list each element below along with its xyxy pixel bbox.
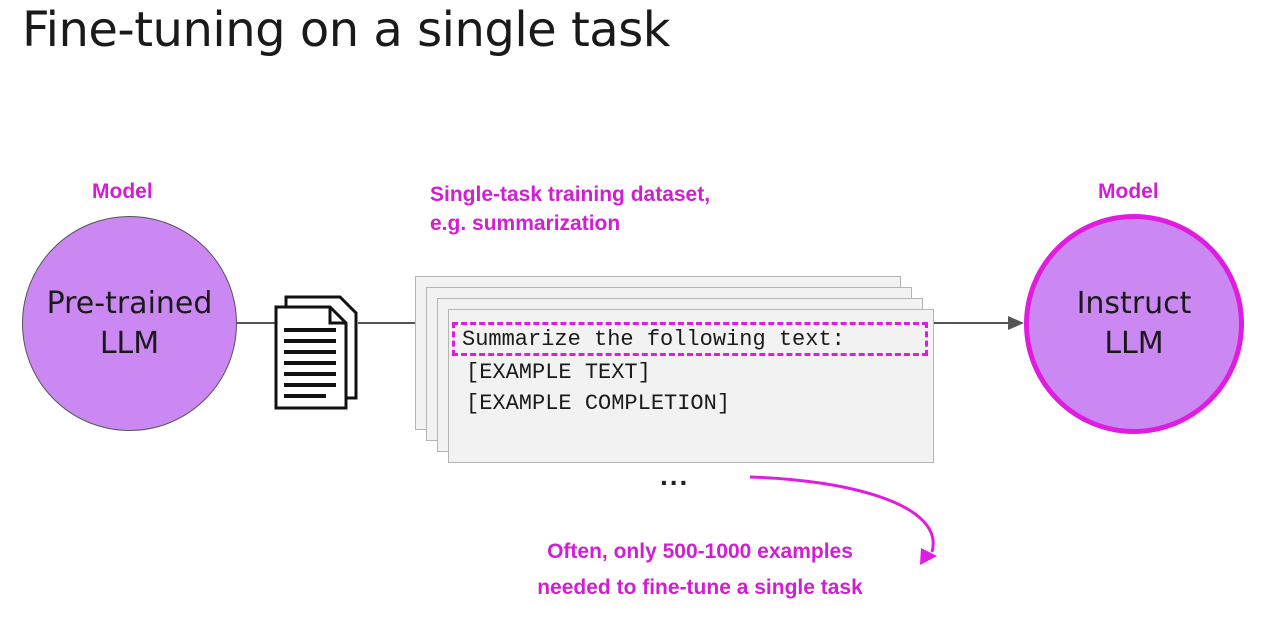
examples-note: Often, only 500-1000 examples needed to … <box>490 534 910 606</box>
examples-note-line1: Often, only 500-1000 examples <box>547 540 853 563</box>
prompt-instruction: Summarize the following text: <box>462 327 845 352</box>
more-examples-ellipsis: ... <box>660 460 690 491</box>
example-text: [EXAMPLE TEXT] <box>466 360 651 385</box>
examples-note-line2: needed to fine-tune a single task <box>537 576 863 599</box>
example-completion: [EXAMPLE COMPLETION] <box>466 391 731 416</box>
